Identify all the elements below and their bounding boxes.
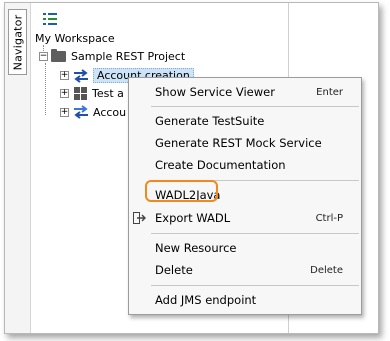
menu-item-delete[interactable]: Delete Delete: [129, 260, 361, 280]
menu-item-shortcut: Delete: [310, 264, 343, 276]
menu-item-generate-rest-mock-service[interactable]: Generate REST Mock Service: [129, 133, 361, 153]
menu-item-new-resource[interactable]: New Resource: [129, 238, 361, 258]
menu-separator: [151, 106, 359, 107]
list-view-icon[interactable]: [43, 13, 57, 25]
menu-item-label: Add JMS endpoint: [155, 293, 257, 307]
tab-navigator-label: Navigator: [11, 14, 24, 70]
menu-item-show-service-viewer[interactable]: Show Service Viewer Enter: [129, 82, 361, 102]
soapui-window: Navigator My Workspace − Sample REST Pro…: [4, 2, 379, 334]
navigator-strip: Navigator: [5, 3, 31, 333]
menu-item-create-documentation[interactable]: Create Documentation: [129, 155, 361, 175]
menu-item-label: Delete: [155, 263, 193, 277]
menu-separator: [151, 285, 359, 286]
arrows-icon: [74, 68, 88, 83]
tree-connector: [45, 63, 46, 115]
grid-icon: [74, 87, 87, 100]
folder-icon: [51, 49, 66, 62]
menu-item-export-wadl[interactable]: Export WADL Ctrl-P: [129, 208, 361, 228]
project-label: Sample REST Project: [71, 50, 186, 63]
arrows-icon: [74, 105, 88, 119]
tab-navigator[interactable]: Navigator: [8, 9, 27, 75]
menu-item-shortcut: Ctrl-P: [315, 212, 343, 224]
export-icon: [133, 212, 146, 224]
expand-icon[interactable]: +: [60, 107, 69, 117]
expand-icon[interactable]: +: [60, 71, 69, 80]
collapse-icon[interactable]: −: [39, 52, 48, 61]
menu-item-generate-testsuite[interactable]: Generate TestSuite: [129, 111, 361, 131]
menu-item-label: Show Service Viewer: [155, 85, 275, 99]
menu-item-add-jms-endpoint[interactable]: Add JMS endpoint: [129, 290, 361, 310]
menu-item-shortcut: Enter: [316, 86, 343, 98]
expand-icon[interactable]: +: [60, 89, 69, 98]
menu-item-label: New Resource: [155, 241, 237, 255]
wadl2java-highlight-outline: [145, 180, 218, 202]
tree-item-account[interactable]: + Accou: [60, 105, 126, 119]
tree-item-label: Test a: [92, 87, 124, 100]
menu-item-label: Generate TestSuite: [155, 114, 265, 128]
tree-item-test[interactable]: + Test a: [60, 87, 124, 100]
menu-item-label: Generate REST Mock Service: [155, 136, 322, 150]
workspace-node[interactable]: My Workspace: [35, 32, 115, 45]
menu-separator: [151, 233, 359, 234]
tree-item-label: Accou: [93, 105, 127, 119]
project-node[interactable]: − Sample REST Project: [39, 49, 186, 63]
menu-item-label: Create Documentation: [155, 158, 286, 172]
menu-item-label: Export WADL: [155, 211, 231, 225]
